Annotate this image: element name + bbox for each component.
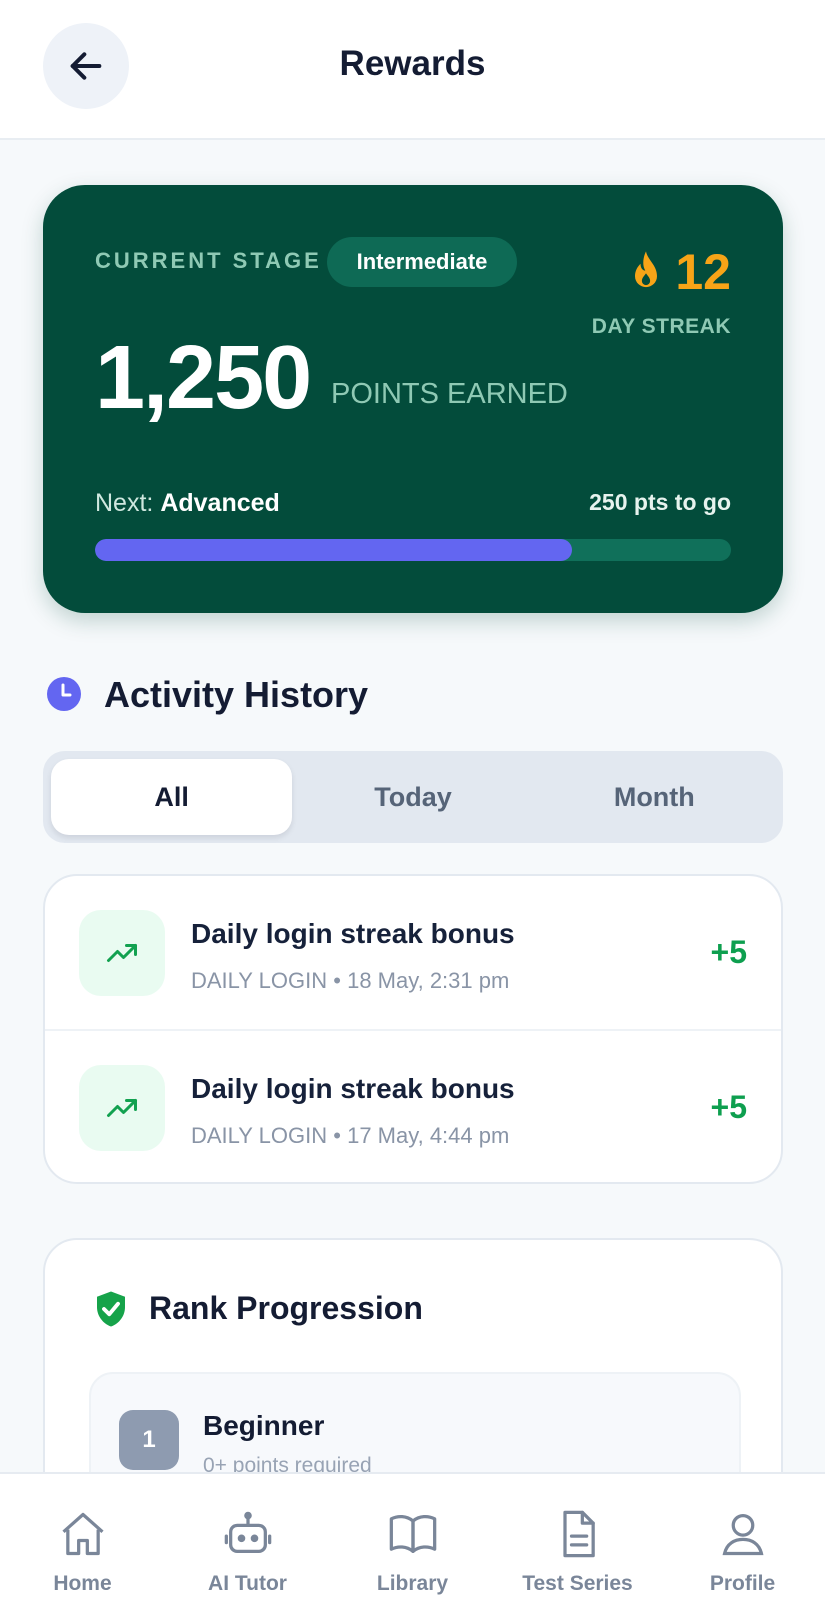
activity-icon-box — [79, 1065, 165, 1151]
document-icon — [562, 1510, 595, 1558]
activity-filter-tabs: All Today Month — [43, 751, 783, 843]
activity-category: DAILY LOGIN — [191, 1123, 328, 1148]
nav-label: Home — [53, 1572, 112, 1595]
activity-category: DAILY LOGIN — [191, 968, 328, 993]
stage-badge: Intermediate — [327, 237, 517, 287]
nav-item-home[interactable]: Home — [0, 1474, 165, 1600]
streak-indicator: 12 — [629, 247, 731, 297]
app-header: Rewards — [0, 0, 825, 140]
activity-timestamp: 18 May, 2:31 pm — [347, 968, 510, 993]
streak-label: DAY STREAK — [591, 315, 731, 338]
next-stage-row: Next: Advanced — [95, 489, 280, 518]
activity-points: +5 — [710, 934, 747, 970]
nav-item-profile[interactable]: Profile — [660, 1474, 825, 1600]
nav-label: Library — [376, 1572, 449, 1595]
next-prefix: Next: — [95, 489, 154, 517]
activity-title: Daily login streak bonus — [191, 918, 515, 949]
user-icon — [722, 1513, 763, 1556]
next-stage-name: Advanced — [160, 489, 280, 517]
home-icon — [61, 1512, 104, 1556]
nav-item-test-series[interactable]: Test Series — [495, 1474, 660, 1600]
stage-progress-fill — [95, 539, 572, 561]
points-value: 1,250 — [95, 328, 312, 428]
trending-up-icon — [107, 944, 137, 962]
nav-item-ai-tutor[interactable]: AI Tutor — [165, 1474, 330, 1600]
shield-check-icon — [97, 1291, 125, 1327]
activity-meta: DAILY LOGIN • 18 May, 2:31 pm — [191, 968, 509, 994]
robot-icon — [224, 1511, 271, 1553]
list-item[interactable]: Daily login streak bonus DAILY LOGIN • 1… — [45, 876, 781, 1029]
tab-all[interactable]: All — [51, 759, 293, 835]
activity-title: Daily login streak bonus — [191, 1073, 515, 1104]
nav-item-library[interactable]: Library — [330, 1474, 495, 1600]
rank-number-badge: 1 — [119, 1410, 179, 1470]
activity-list: Daily login streak bonus DAILY LOGIN • 1… — [43, 874, 783, 1184]
points-to-go: 250 pts to go — [589, 489, 731, 515]
stage-progress-bar — [95, 539, 731, 561]
activity-history-title: Activity History — [104, 674, 369, 715]
nav-label: AI Tutor — [208, 1572, 287, 1595]
streak-count: 12 — [675, 244, 731, 300]
page-title: Rewards — [339, 44, 486, 83]
rank-name: Beginner — [203, 1410, 325, 1441]
activity-timestamp: 17 May, 4:44 pm — [347, 1123, 510, 1148]
rank-progression-title: Rank Progression — [149, 1290, 423, 1326]
tab-today[interactable]: Today — [292, 759, 533, 835]
clock-icon — [47, 677, 81, 711]
current-stage-card: CURRENT STAGE Intermediate 12 DAY STREAK… — [43, 185, 783, 613]
flame-icon — [635, 251, 658, 288]
bottom-navigation: Home AI Tutor Library Test Series Profil… — [0, 1472, 825, 1600]
meta-separator: • — [333, 968, 341, 993]
trending-up-icon — [107, 1099, 137, 1117]
book-icon — [389, 1515, 436, 1553]
points-label: POINTS EARNED — [331, 378, 568, 410]
activity-points: +5 — [710, 1089, 747, 1125]
tab-month[interactable]: Month — [534, 759, 775, 835]
activity-icon-box — [79, 910, 165, 996]
activity-meta: DAILY LOGIN • 17 May, 4:44 pm — [191, 1123, 509, 1149]
nav-label: Profile — [709, 1572, 776, 1595]
current-stage-label: CURRENT STAGE — [95, 248, 322, 273]
nav-label: Test Series — [522, 1572, 633, 1595]
meta-separator: • — [333, 1123, 341, 1148]
list-item[interactable]: Daily login streak bonus DAILY LOGIN • 1… — [45, 1029, 781, 1182]
